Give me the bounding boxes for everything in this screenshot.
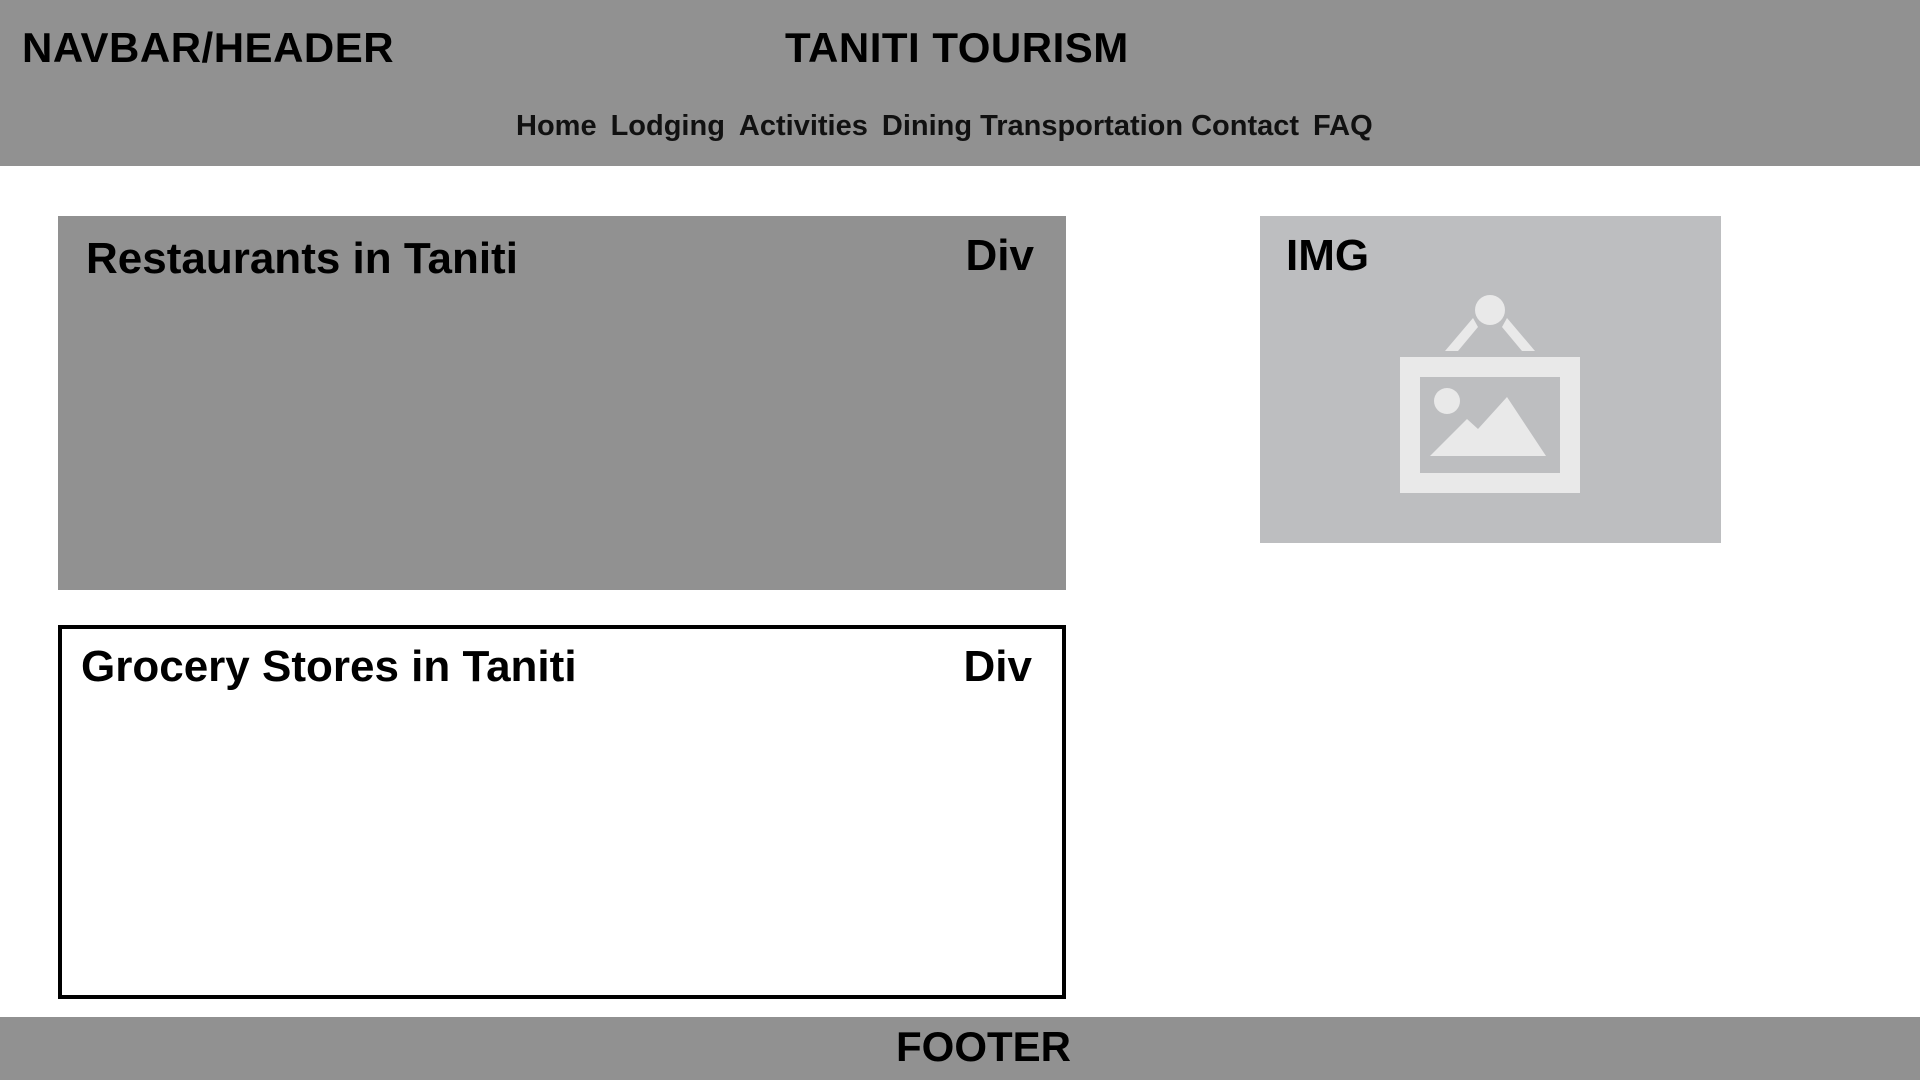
- restaurants-section: Restaurants in Taniti Div: [58, 216, 1066, 590]
- restaurants-title: Restaurants in Taniti: [86, 234, 518, 283]
- nav-item-transportation[interactable]: Transportation: [980, 110, 1183, 143]
- footer: FOOTER: [0, 1017, 1920, 1080]
- nav-item-dining[interactable]: Dining: [882, 110, 972, 143]
- main-nav: Home Lodging Activities Dining Transport…: [516, 106, 1373, 146]
- site-title: TANITI TOURISM: [785, 24, 1129, 71]
- grocery-title: Grocery Stores in Taniti: [81, 642, 577, 691]
- nav-item-activities[interactable]: Activities: [739, 110, 868, 143]
- image-placeholder-label: IMG: [1286, 231, 1370, 280]
- image-placeholder: IMG: [1260, 216, 1721, 543]
- grocery-section: Grocery Stores in Taniti Div: [58, 625, 1066, 999]
- nav-item-contact[interactable]: Contact: [1191, 110, 1299, 143]
- navbar-header: NAVBAR/HEADER TANITI TOURISM Home Lodgin…: [0, 0, 1920, 166]
- footer-label: FOOTER: [896, 1023, 1071, 1070]
- restaurants-div-tag: Div: [965, 231, 1034, 280]
- nav-item-lodging[interactable]: Lodging: [611, 110, 725, 143]
- nav-item-faq[interactable]: FAQ: [1313, 110, 1373, 143]
- grocery-div-tag: Div: [963, 642, 1032, 691]
- navbar-header-label: NAVBAR/HEADER: [22, 24, 395, 71]
- image-placeholder-icon: [1400, 295, 1580, 493]
- nav-item-home[interactable]: Home: [516, 110, 597, 143]
